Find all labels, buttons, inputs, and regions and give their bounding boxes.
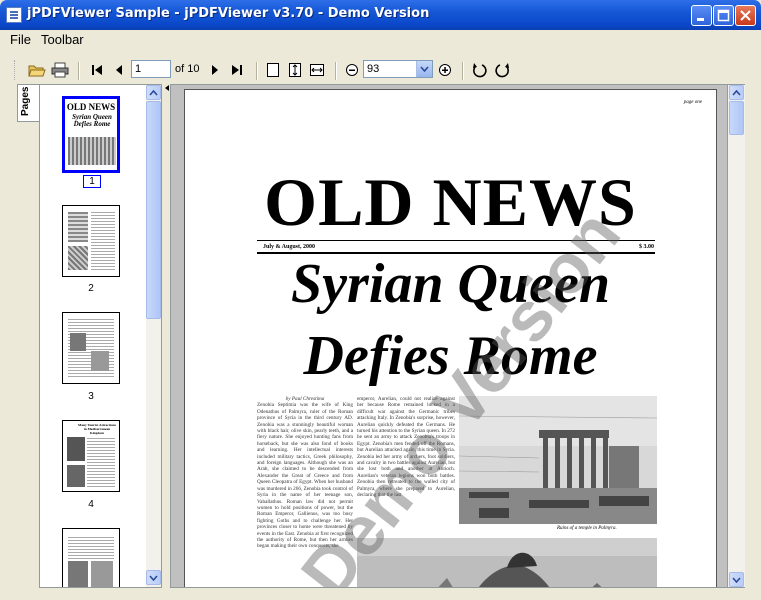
- minimize-icon: [692, 6, 711, 25]
- app-icon: [6, 7, 22, 23]
- thumbnail-label: 4: [88, 499, 94, 510]
- fit-width-icon: [310, 64, 324, 76]
- zoom-out-button[interactable]: [342, 60, 362, 80]
- toolbar-grip[interactable]: [14, 60, 18, 80]
- thumbnail-text: [68, 535, 114, 559]
- fit-height-icon: [289, 63, 301, 77]
- headline-line-1: Syrian Queen: [291, 253, 610, 315]
- scroll-up-button[interactable]: [146, 85, 161, 100]
- thumbnail-text: [87, 437, 115, 487]
- open-button[interactable]: [27, 60, 47, 80]
- printer-icon: [51, 62, 69, 78]
- thumbnail-page-4[interactable]: Many Tourist Attractions in Mediterranea…: [62, 420, 120, 492]
- menu-file[interactable]: File: [6, 32, 35, 47]
- scroll-down-button[interactable]: [146, 570, 161, 585]
- thumbnail-page-5[interactable]: [62, 528, 120, 587]
- zoom-out-icon: [346, 64, 358, 76]
- zoom-select[interactable]: 93: [363, 60, 433, 78]
- thumbnail-label: 1: [83, 175, 101, 188]
- thumbnail-photo: [91, 351, 109, 371]
- issue-date: July & August, 2000: [263, 244, 316, 250]
- rotate-clockwise-icon: [473, 63, 487, 78]
- thumbnail-headline: Syrian Queen Defies Rome: [72, 113, 112, 128]
- thumbnail-label: 3: [88, 391, 94, 402]
- chevron-down-icon: [732, 576, 741, 583]
- next-page-icon: [212, 65, 218, 75]
- document-view[interactable]: page one OLD NEWS July & August, 2000 $ …: [170, 84, 728, 588]
- next-page-button[interactable]: [205, 60, 225, 80]
- thumbnail-photo: [68, 246, 88, 270]
- first-page-button[interactable]: [87, 60, 107, 80]
- zoom-value: 93: [367, 63, 380, 75]
- scroll-up-button[interactable]: [729, 85, 744, 100]
- thumbnail-label: 2: [88, 283, 94, 294]
- thumbnail-page-2[interactable]: [62, 205, 120, 277]
- menu-bar: File Toolbar: [0, 30, 761, 50]
- open-folder-icon: [28, 65, 46, 77]
- rotate-counterclockwise-icon: [495, 63, 509, 78]
- thumbnail-photo: [68, 212, 88, 242]
- page-number-text: page one: [683, 100, 702, 105]
- zoom-in-icon: [439, 64, 451, 76]
- toolbar: 1 of 10 93: [0, 56, 761, 84]
- thumbnail-title: Many Tourist Attractions in Mediterranea…: [78, 423, 116, 435]
- scroll-thumb[interactable]: [729, 101, 744, 135]
- toolbar-separator: [78, 62, 80, 80]
- previous-page-icon: [116, 65, 122, 75]
- thumbnail-text: [91, 212, 115, 270]
- tab-pages-label: Pages: [20, 86, 31, 116]
- pdf-page: page one OLD NEWS July & August, 2000 $ …: [184, 89, 717, 587]
- issue-price: $ 3.00: [639, 244, 654, 250]
- previous-page-button[interactable]: [109, 60, 129, 80]
- thumbnail-photo: [91, 561, 113, 587]
- last-page-icon: [232, 65, 242, 75]
- scroll-thumb[interactable]: [146, 101, 161, 319]
- maximize-button[interactable]: [713, 5, 734, 26]
- thumbnail-panel: OLD NEWS Syrian Queen Defies Rome 1 2 3 …: [39, 84, 162, 588]
- zoom-in-button[interactable]: [435, 60, 455, 80]
- thumbnail-page-3[interactable]: [62, 312, 120, 384]
- document-scrollbar[interactable]: [728, 84, 745, 588]
- print-button[interactable]: [50, 60, 70, 80]
- toolbar-separator: [256, 62, 258, 80]
- panel-splitter[interactable]: [162, 84, 170, 588]
- chevron-down-icon: [149, 574, 158, 581]
- page-number-input[interactable]: 1: [131, 60, 171, 78]
- thumbnail-photo: [67, 437, 85, 461]
- fit-height-button[interactable]: [285, 60, 305, 80]
- window-title: jPDFViewer Sample - jPDFViewer v3.70 - D…: [27, 6, 430, 21]
- first-page-icon: [92, 65, 102, 75]
- thumbnail-title: OLD NEWS: [66, 102, 116, 112]
- minimize-button[interactable]: [691, 5, 712, 26]
- zoom-dropdown-button[interactable]: [416, 61, 432, 77]
- rotate-counterclockwise-button[interactable]: [492, 60, 512, 80]
- close-button[interactable]: [735, 5, 756, 26]
- thumbnail-photo: [67, 465, 85, 487]
- fit-width-button[interactable]: [307, 60, 327, 80]
- page-total-label: of 10: [175, 63, 200, 75]
- chevron-up-icon: [732, 89, 741, 96]
- thumbnail-page-1[interactable]: OLD NEWS Syrian Queen Defies Rome: [62, 96, 120, 173]
- scroll-down-button[interactable]: [729, 572, 744, 587]
- statue-photo: [357, 538, 657, 587]
- fit-page-button[interactable]: [263, 60, 283, 80]
- close-icon: [736, 6, 755, 25]
- maximize-icon: [714, 6, 733, 25]
- tab-pages[interactable]: Pages: [17, 84, 39, 122]
- thumbnail-photo: [70, 333, 86, 351]
- toolbar-separator: [335, 62, 337, 80]
- menu-toolbar[interactable]: Toolbar: [37, 32, 88, 47]
- masthead: OLD NEWS: [264, 164, 637, 240]
- last-page-button[interactable]: [227, 60, 247, 80]
- chevron-up-icon: [149, 89, 158, 96]
- fit-page-icon: [267, 63, 279, 77]
- thumbnail-photo: [68, 561, 88, 587]
- photo-caption: Ruins of a temple in Palmyra.: [557, 526, 617, 531]
- toolbar-separator: [462, 62, 464, 80]
- thumbnail-scrollbar[interactable]: [146, 85, 161, 587]
- rotate-clockwise-button[interactable]: [470, 60, 490, 80]
- chevron-down-icon: [420, 66, 429, 72]
- thumbnail-photo: [68, 137, 116, 165]
- title-bar[interactable]: jPDFViewer Sample - jPDFViewer v3.70 - D…: [0, 0, 761, 30]
